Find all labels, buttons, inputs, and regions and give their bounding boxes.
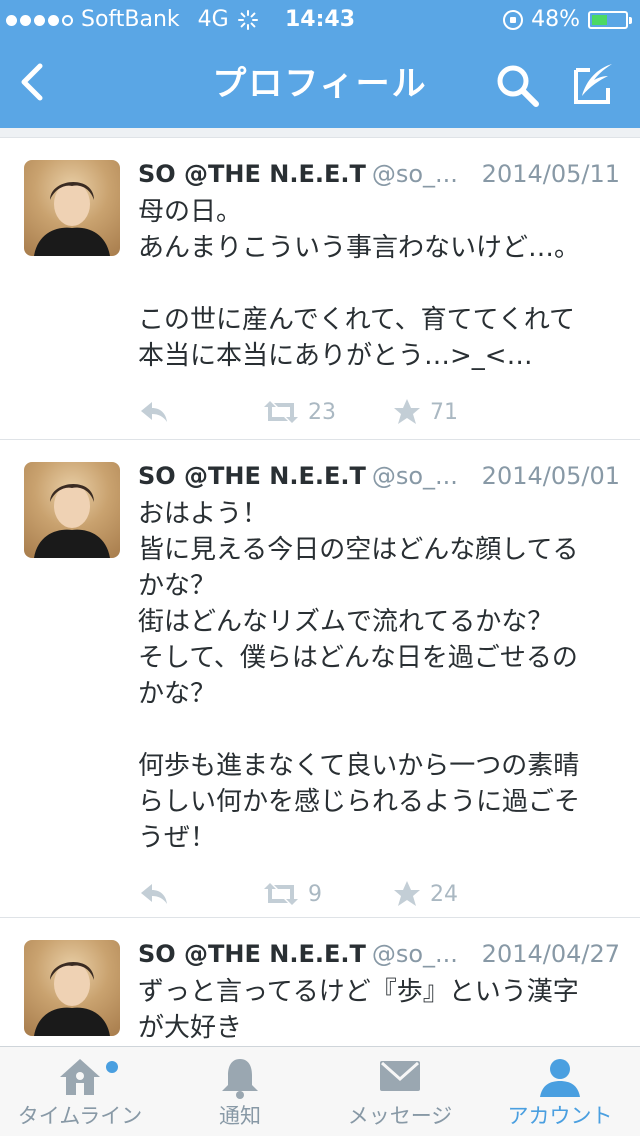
rotation-lock-icon — [503, 10, 524, 30]
favorite-count: 71 — [430, 399, 458, 425]
status-bar: SoftBank 4G 14:43 48% — [0, 0, 640, 40]
tweet-item[interactable]: SO @THE N.E.E.T @so_... 2014/04/27 ずっと言って… — [0, 918, 640, 1046]
home-icon — [60, 1059, 100, 1095]
battery-percent: 48% — [531, 7, 580, 32]
retweet-button[interactable]: 23 — [262, 399, 336, 425]
tab-timeline[interactable]: タイムライン — [0, 1047, 160, 1136]
tweet-date: 2014/04/27 — [481, 940, 620, 968]
reply-icon — [141, 884, 167, 904]
retweet-icon — [264, 401, 298, 423]
tweet-header: SO @THE N.E.E.T @so_... 2014/05/11 — [138, 152, 620, 196]
reply-button[interactable] — [138, 880, 170, 908]
search-icon — [497, 65, 539, 107]
reply-icon — [141, 402, 167, 422]
envelope-icon — [380, 1061, 420, 1091]
avatar[interactable] — [24, 462, 120, 558]
tab-account-label: アカウント — [507, 1104, 613, 1128]
navigation-bar: プロフィール — [0, 40, 640, 128]
tweet-author-handle: @so_... — [371, 160, 458, 188]
compose-quill-icon — [574, 64, 612, 104]
star-icon — [394, 399, 420, 424]
tweet-feed[interactable]: SO @THE N.E.E.T @so_... 2014/05/11 母の日。 あ… — [0, 128, 640, 1046]
bell-icon — [222, 1059, 258, 1099]
tweet-text: ずっと言ってるけど『歩』という漢字 が大好き — [138, 977, 579, 1043]
tab-notifications[interactable]: 通知 — [160, 1047, 320, 1136]
tab-messages[interactable]: メッセージ — [320, 1047, 480, 1136]
tweet-date: 2014/05/11 — [481, 160, 620, 188]
tab-notifications-label: 通知 — [219, 1104, 261, 1128]
search-button[interactable] — [492, 60, 542, 110]
avatar[interactable] — [24, 160, 120, 256]
person-icon — [540, 1059, 580, 1097]
favorite-button[interactable]: 24 — [392, 879, 458, 909]
tab-account[interactable]: アカウント — [480, 1047, 640, 1136]
status-right: 48% — [503, 0, 632, 40]
new-tweets-badge — [106, 1061, 118, 1073]
avatar[interactable] — [24, 940, 120, 1036]
tweet-item[interactable]: SO @THE N.E.E.T @so_... 2014/05/11 母の日。 あ… — [0, 138, 640, 440]
tweet-author-handle: @so_... — [371, 940, 458, 968]
favorite-count: 24 — [430, 881, 458, 907]
tweet-actions: 23 71 — [138, 374, 620, 450]
tweet-author-handle: @so_... — [371, 462, 458, 490]
tweet-author-name[interactable]: SO @THE N.E.E.T — [138, 462, 366, 490]
tweet-item[interactable]: SO @THE N.E.E.T @so_... 2014/05/01 おはよう！ … — [0, 440, 640, 918]
tweet-header: SO @THE N.E.E.T @so_... 2014/04/27 — [138, 932, 620, 976]
favorite-button[interactable]: 71 — [392, 397, 458, 427]
star-icon — [394, 881, 420, 906]
top-bar: SoftBank 4G 14:43 48% プロフィール — [0, 0, 640, 128]
tweet-author-name[interactable]: SO @THE N.E.E.T — [138, 940, 366, 968]
tweet-text: 母の日。 あんまりこういう事言わないけど…。 この世に産んでくれて、育ててくれて… — [138, 197, 581, 371]
retweet-button[interactable]: 9 — [262, 881, 322, 907]
battery-level — [592, 15, 607, 25]
tab-bar: タイムライン 通知 メッセージ アカウント — [0, 1046, 640, 1136]
page-title: プロフィール — [212, 64, 428, 104]
tweet-header: SO @THE N.E.E.T @so_... 2014/05/01 — [138, 454, 620, 498]
feed-separator — [0, 128, 640, 138]
tab-timeline-label: タイムライン — [17, 1104, 143, 1128]
retweet-count: 23 — [308, 399, 336, 425]
tweet-date: 2014/05/01 — [481, 462, 620, 490]
tweet-text: おはよう！ 皆に見える今日の空はどんな顔してる かな？ 街はどんなリズムで流れて… — [138, 499, 581, 853]
tweet-author-name[interactable]: SO @THE N.E.E.T — [138, 160, 366, 188]
retweet-count: 9 — [308, 881, 322, 907]
tab-messages-label: メッセージ — [347, 1104, 453, 1128]
retweet-icon — [264, 883, 298, 905]
reply-button[interactable] — [138, 398, 170, 426]
compose-tweet-button[interactable] — [568, 60, 618, 110]
battery-icon — [588, 11, 632, 29]
